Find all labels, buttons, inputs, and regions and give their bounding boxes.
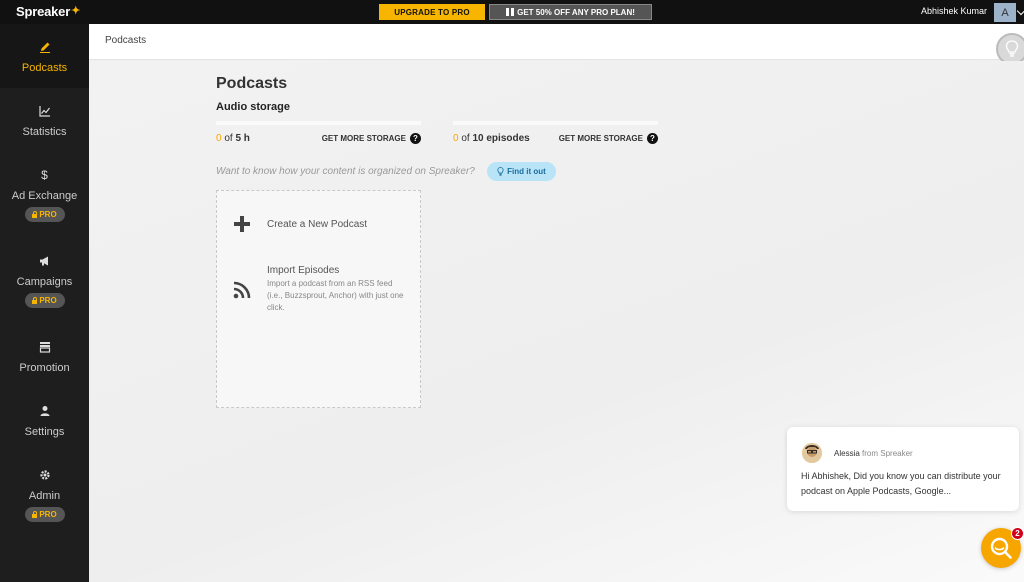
megaphone-icon [38, 254, 52, 268]
pro-badge: PRO [24, 293, 65, 308]
sidebar-item-campaigns[interactable]: Campaigns PRO [0, 238, 89, 324]
sidebar-item-podcasts[interactable]: Podcasts [0, 24, 89, 88]
chat-message-text: Hi Abhishek, Did you know you can distri… [801, 471, 1001, 496]
get-more-storage-link[interactable]: GET MORE STORAGE? [559, 133, 658, 144]
gear-icon [38, 468, 52, 482]
sidebar-item-admin[interactable]: Admin PRO [0, 452, 89, 538]
find-it-out-button[interactable]: Find it out [487, 162, 556, 181]
chat-message-popup[interactable]: Alessia from Spreaker Hi Abhishek, Did y… [787, 427, 1019, 511]
storage-hours: 0 of 5 h GET MORE STORAGE? [216, 121, 421, 144]
sidebar-item-label: Settings [24, 426, 65, 438]
sidebar-item-label: Admin [28, 490, 61, 502]
sidebar-item-statistics[interactable]: Statistics [0, 88, 89, 152]
sidebar-item-label: Statistics [22, 126, 67, 138]
pencil-icon [38, 40, 52, 54]
lock-icon [32, 210, 38, 218]
spreaker-logo[interactable]: Spreaker✦ [16, 4, 80, 19]
user-name[interactable]: Abhishek Kumar [921, 6, 987, 16]
breadcrumb: Podcasts [89, 24, 1024, 65]
sidebar-item-promotion[interactable]: Promotion [0, 324, 89, 388]
sidebar-item-settings[interactable]: Settings [0, 388, 89, 452]
storage-hours-bar [216, 121, 421, 125]
gift-icon [506, 8, 515, 16]
unread-count-badge: 2 [1011, 527, 1024, 540]
agent-avatar [802, 443, 822, 463]
lightbulb-icon [1005, 40, 1019, 57]
lightbulb-icon [497, 167, 504, 176]
new-podcast-card: Create a New Podcast Import Episodes Imp… [216, 190, 421, 408]
chevron-down-icon[interactable] [1016, 6, 1024, 16]
sidebar-item-label: Promotion [19, 362, 70, 374]
lock-icon [32, 296, 38, 304]
sidebar-item-label: Campaigns [16, 276, 73, 288]
storage-hours-usage: 0 of 5 h [216, 133, 250, 144]
sidebar: Podcasts Statistics $ Ad Exchange PRO Ca… [0, 24, 89, 582]
sidebar-item-label: Ad Exchange [11, 190, 78, 202]
chat-search-icon [990, 537, 1012, 559]
storage-episodes-bar [453, 121, 658, 125]
offer-label: GET 50% OFF ANY PRO PLAN! [517, 7, 635, 17]
import-episodes-title: Import Episodes [267, 265, 340, 276]
star-icon: ✦ [71, 5, 81, 17]
storage-episodes: 0 of 10 episodes GET MORE STORAGE? [453, 121, 658, 144]
create-podcast-label: Create a New Podcast [267, 219, 368, 230]
get-more-storage-link[interactable]: GET MORE STORAGE? [322, 133, 421, 144]
sidebar-item-ad-exchange[interactable]: $ Ad Exchange PRO [0, 152, 89, 238]
pro-badge: PRO [24, 207, 65, 222]
plus-icon [233, 215, 253, 235]
help-icon[interactable]: ? [647, 133, 658, 144]
user-icon [38, 404, 52, 418]
avatar[interactable]: A [994, 3, 1016, 22]
import-episodes-description: Import a podcast from an RSS feed (i.e.,… [267, 279, 404, 312]
pro-badge: PRO [24, 507, 65, 522]
chart-icon [38, 104, 52, 118]
top-bar: Spreaker✦ UPGRADE TO PRO GET 50% OFF ANY… [0, 0, 1024, 24]
store-icon [38, 340, 52, 354]
breadcrumb-current: Podcasts [105, 35, 147, 46]
chat-sender: Alessia from Spreaker [834, 449, 913, 458]
rss-icon [233, 281, 253, 301]
organization-hint: Want to know how your content is organiz… [216, 166, 475, 177]
storage-episodes-usage: 0 of 10 episodes [453, 133, 530, 144]
help-icon[interactable]: ? [410, 133, 421, 144]
audio-storage-title: Audio storage [216, 101, 290, 113]
lock-icon [32, 510, 38, 518]
upgrade-to-pro-button[interactable]: UPGRADE TO PRO [379, 4, 485, 20]
sidebar-item-label: Podcasts [21, 62, 68, 74]
dollar-icon: $ [41, 168, 48, 182]
pro-plan-offer-button[interactable]: GET 50% OFF ANY PRO PLAN! [489, 4, 652, 20]
page-title: Podcasts [216, 75, 288, 92]
